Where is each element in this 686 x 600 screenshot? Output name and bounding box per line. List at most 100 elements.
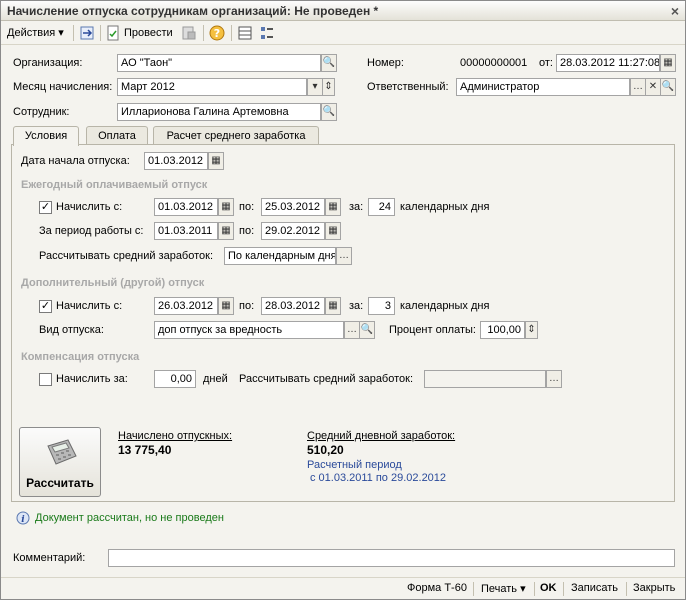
annual-period-from-calendar-icon[interactable]: ▦ <box>218 222 234 240</box>
additional-kind-field[interactable]: доп отпуск за вредность <box>154 321 344 339</box>
responsible-search-icon[interactable]: 🔍 <box>660 78 676 96</box>
additional-for-label: за: <box>349 300 364 312</box>
calc-period-label: Расчетный период <box>307 459 402 471</box>
toolbar: Действия ▾ Провести ? <box>1 21 685 45</box>
close-icon[interactable]: × <box>671 3 679 19</box>
title-bar: Начисление отпуска сотрудникам организац… <box>1 1 685 21</box>
accrued-value: 13 775,40 <box>118 443 172 457</box>
calc-period-value: с 01.03.2011 по 29.02.2012 <box>310 472 447 484</box>
additional-kind-search-icon[interactable]: 🔍 <box>359 321 375 339</box>
annual-accrue-label: Начислить с: <box>56 201 123 213</box>
additional-kind-label: Вид отпуска: <box>39 324 104 336</box>
avg-daily-value: 510,20 <box>307 443 344 457</box>
annual-period-label: За период работы с: <box>39 225 144 237</box>
print-menu-button[interactable]: Печать ▾ <box>481 582 526 595</box>
actions-menu-button[interactable]: Действия ▾ <box>7 24 64 42</box>
compensation-avg-label: Рассчитывать средний заработок: <box>239 373 414 385</box>
additional-rate-label: Процент оплаты: <box>389 324 476 336</box>
tab-avg-earnings[interactable]: Расчет среднего заработка <box>153 126 319 145</box>
org-field[interactable]: АО "Таон" <box>117 54 321 72</box>
structure-icon[interactable] <box>259 25 275 41</box>
tab-conditions[interactable]: Условия <box>13 126 79 146</box>
annual-to-calendar-icon[interactable]: ▦ <box>325 198 341 216</box>
responsible-field[interactable]: Администратор <box>456 78 630 96</box>
compensation-accrue-label: Начислить за: <box>56 373 128 385</box>
annual-avg-select-icon[interactable]: … <box>336 247 352 265</box>
number-field[interactable]: 00000000001 <box>456 54 534 72</box>
accrued-label[interactable]: Начислено отпускных: <box>118 430 232 442</box>
annual-from-field[interactable]: 01.03.2012 <box>154 198 218 216</box>
comment-field[interactable] <box>108 549 675 567</box>
annual-section-title: Ежегодный оплачиваемый отпуск <box>21 179 208 191</box>
additional-from-calendar-icon[interactable]: ▦ <box>218 297 234 315</box>
date-label: от: <box>539 57 553 69</box>
date-field[interactable]: 28.03.2012 11:27:08 <box>556 54 660 72</box>
org-label: Организация: <box>13 57 83 69</box>
additional-to-label: по: <box>239 300 255 312</box>
annual-days-field[interactable]: 24 <box>368 198 395 216</box>
avg-daily-label[interactable]: Средний дневной заработок: <box>307 430 455 442</box>
compensation-avg-field[interactable] <box>424 370 546 388</box>
employee-label: Сотрудник: <box>13 106 70 118</box>
table-icon[interactable] <box>237 25 253 41</box>
status-message: Документ рассчитан, но не проведен <box>35 512 224 524</box>
annual-period-from-field[interactable]: 01.03.2011 <box>154 222 218 240</box>
close-button[interactable]: Закрыть <box>633 582 675 594</box>
month-label: Месяц начисления: <box>13 81 113 93</box>
month-dropdown-icon[interactable]: ▾ <box>307 78 323 96</box>
annual-to-label: по: <box>239 201 255 213</box>
employee-search-icon[interactable]: 🔍 <box>321 103 337 121</box>
help-icon[interactable]: ? <box>209 25 225 41</box>
tab-payment[interactable]: Оплата <box>86 126 148 145</box>
employee-field[interactable]: Илларионова Галина Артемовна <box>117 103 321 121</box>
start-date-calendar-icon[interactable]: ▦ <box>208 152 224 170</box>
annual-to-field[interactable]: 25.03.2012 <box>261 198 325 216</box>
ok-button[interactable]: OK <box>540 582 557 594</box>
annual-period-to-field[interactable]: 29.02.2012 <box>261 222 325 240</box>
form-t60-button[interactable]: Форма Т-60 <box>407 582 467 594</box>
additional-accrue-label: Начислить с: <box>56 300 123 312</box>
additional-rate-field[interactable]: 100,00 <box>480 321 525 339</box>
annual-accrue-checkbox[interactable]: ✓ <box>39 201 52 214</box>
annual-for-label: за: <box>349 201 364 213</box>
annual-avg-field[interactable]: По календарным дня <box>224 247 336 265</box>
calculate-button-label: Рассчитать <box>26 476 94 490</box>
post-icon <box>107 25 119 41</box>
additional-section-title: Дополнительный (другой) отпуск <box>21 277 205 289</box>
annual-from-calendar-icon[interactable]: ▦ <box>218 198 234 216</box>
additional-to-calendar-icon[interactable]: ▦ <box>325 297 341 315</box>
compensation-section-title: Компенсация отпуска <box>21 351 140 363</box>
comment-label: Комментарий: <box>13 552 86 564</box>
calculator-icon <box>47 439 77 465</box>
start-date-field[interactable]: 01.03.2012 <box>144 152 208 170</box>
additional-kind-select-icon[interactable]: … <box>344 321 360 339</box>
compensation-days-unit: дней <box>203 373 228 385</box>
window-title: Начисление отпуска сотрудникам организац… <box>7 4 379 18</box>
additional-days-unit: календарных дня <box>400 300 490 312</box>
org-search-icon[interactable]: 🔍 <box>321 54 337 72</box>
additional-from-field[interactable]: 26.03.2012 <box>154 297 218 315</box>
post-button[interactable]: Провести <box>124 24 173 42</box>
compensation-avg-select-icon[interactable]: … <box>546 370 562 388</box>
svg-text:i: i <box>21 515 25 525</box>
annual-period-to-calendar-icon[interactable]: ▦ <box>325 222 341 240</box>
additional-days-field[interactable]: 3 <box>368 297 395 315</box>
month-stepper-icon[interactable]: ⇕ <box>322 78 335 96</box>
date-calendar-icon[interactable]: ▦ <box>660 54 676 72</box>
document-window: Начисление отпуска сотрудникам организац… <box>0 0 686 600</box>
save-button[interactable]: Записать <box>571 582 618 594</box>
responsible-select-icon[interactable]: … <box>630 78 646 96</box>
compensation-accrue-checkbox[interactable] <box>39 373 52 386</box>
start-date-label: Дата начала отпуска: <box>21 155 130 167</box>
compensation-days-field[interactable]: 0,00 <box>154 370 196 388</box>
month-field[interactable]: Март 2012 <box>117 78 307 96</box>
go-icon[interactable] <box>79 25 95 41</box>
report-icon[interactable] <box>181 25 197 41</box>
svg-text:?: ? <box>214 27 220 40</box>
responsible-clear-icon[interactable]: ✕ <box>645 78 661 96</box>
info-icon: i <box>16 511 30 525</box>
additional-rate-stepper-icon[interactable]: ⇕ <box>525 321 538 339</box>
calculate-button[interactable]: Рассчитать <box>19 427 101 497</box>
additional-to-field[interactable]: 28.03.2012 <box>261 297 325 315</box>
additional-accrue-checkbox[interactable]: ✓ <box>39 300 52 313</box>
